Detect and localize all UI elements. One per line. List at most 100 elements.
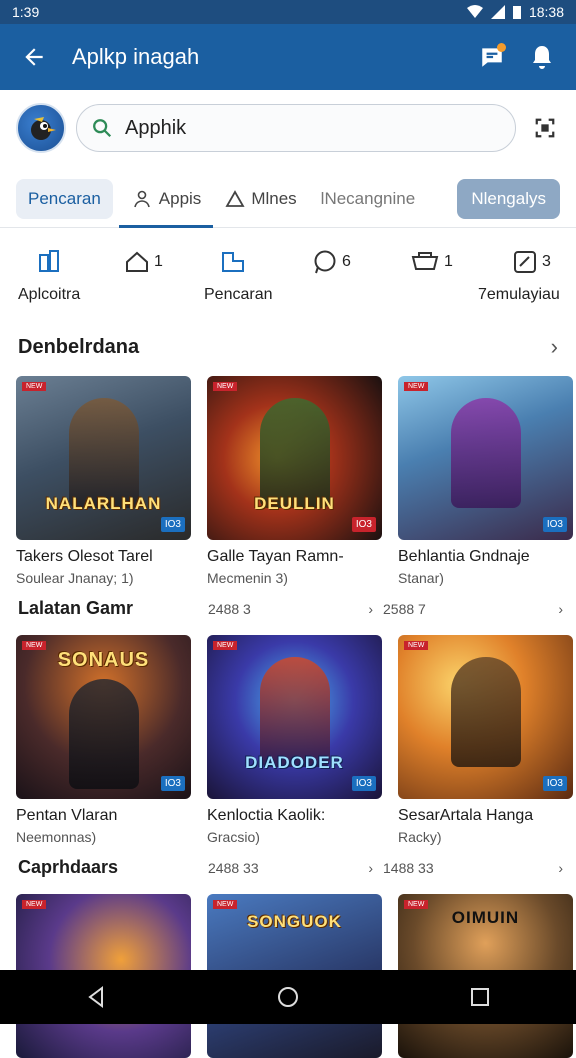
shortcut-count: 6 — [342, 253, 351, 270]
game-grid-row: NEW NALARLHAN IO3 Takers Olesot Tarel So… — [16, 376, 573, 586]
tab-label: Appis — [158, 188, 202, 208]
shortcut-count: 1 — [444, 253, 453, 270]
chat-bubble-icon — [126, 251, 148, 272]
search-input[interactable] — [125, 116, 485, 140]
rating-badge: IO3 — [542, 517, 567, 532]
grid-apps-icon — [39, 250, 59, 272]
shortcut-emulayiau[interactable]: 3 7emulayiau — [478, 244, 560, 304]
home-nav-icon[interactable] — [277, 986, 299, 1008]
rating-badge: IO3 — [351, 776, 376, 791]
recents-nav-icon[interactable] — [470, 987, 490, 1007]
section-header[interactable]: Denbelrdana › — [18, 334, 558, 360]
rating-badge: IO3 — [542, 776, 567, 791]
tab-pencaran[interactable]: Pencaran — [16, 178, 113, 219]
search-icon — [93, 119, 112, 138]
tab-mlnes[interactable]: Mlnes — [225, 179, 297, 219]
messages-button[interactable] — [472, 37, 512, 77]
game-title: Galle Tayan Ramn- — [207, 548, 344, 565]
tab-label: Pencaran — [28, 188, 101, 208]
battery-icon — [512, 6, 521, 19]
search-box[interactable] — [76, 104, 516, 152]
wifi-icon — [466, 5, 483, 18]
chevron-right-icon: › — [558, 600, 563, 617]
rating-badge: IO3 — [160, 776, 185, 791]
status-icons: 18:38 — [466, 4, 564, 20]
shortcut-chat[interactable]: 1 — [124, 244, 163, 280]
shortcut-pencaran[interactable]: Pencaran — [204, 244, 273, 304]
tab-nlengalys[interactable]: Nlengalys — [457, 178, 560, 219]
user-share-icon — [133, 190, 150, 207]
game-subtitle: Racky) — [398, 829, 442, 845]
section-title: Caprhdaars — [18, 857, 119, 877]
new-tag: NEW — [213, 900, 238, 909]
shortcut-count: 1 — [154, 253, 163, 270]
store-icon — [411, 252, 439, 270]
shortcut-store[interactable]: 1 — [410, 244, 453, 280]
new-tag: NEW — [213, 641, 238, 650]
new-tag: NEW — [22, 382, 47, 391]
status-bar: 1:39 18:38 — [0, 0, 576, 24]
app-bar: Aplkp inagah — [0, 24, 576, 90]
meta-cell[interactable]: 1488 33 › — [383, 860, 563, 876]
back-arrow-icon — [25, 48, 43, 66]
game-thumbnail: NEW IO3 — [398, 635, 573, 799]
game-logo-text: DEULLIN — [254, 494, 335, 513]
game-logo-text: OIMUIN — [451, 908, 520, 927]
notifications-button[interactable] — [522, 37, 562, 77]
avatar[interactable] — [16, 103, 66, 153]
game-thumbnail: NEW IO3 — [398, 376, 573, 540]
tab-necangnine[interactable]: lNecangnine — [321, 179, 416, 219]
game-card[interactable]: NEW NALARLHAN IO3 Takers Olesot Tarel So… — [16, 376, 191, 586]
back-button[interactable] — [14, 37, 54, 77]
game-card[interactable]: NEW SONAUS IO3 Pentan Vlaran Neemonnas) — [16, 635, 191, 845]
library-icon — [222, 252, 244, 272]
scan-icon — [535, 118, 555, 138]
shortcut-label: 7emulayiau — [478, 286, 560, 303]
character-figure — [259, 657, 330, 767]
download-count: 1488 33 — [383, 859, 434, 876]
tab-bar: Pencaran Appis Mlnes lNecangnine Nlengal… — [0, 170, 576, 228]
signal-icon — [490, 5, 505, 19]
game-thumbnail: NEW NALARLHAN IO3 — [16, 376, 191, 540]
game-title: Takers Olesot Tarel — [16, 548, 153, 565]
shortcut-whatsapp[interactable]: 6 — [312, 244, 351, 280]
game-thumbnail: NEW DEULLIN IO3 — [207, 376, 382, 540]
scan-button[interactable] — [530, 113, 560, 143]
download-count: 2488 33 — [208, 859, 259, 876]
game-title: Behlantia Gndnaje — [398, 548, 530, 565]
game-card[interactable]: NEW DEULLIN IO3 Galle Tayan Ramn- Mecmen… — [207, 376, 382, 586]
tab-label: Mlnes — [251, 188, 297, 208]
shortcut-row: Aplcoitra 1 Pencaran 6 1 3 7emulayiau — [0, 244, 576, 314]
shortcut-label: Aplcoitra — [18, 286, 81, 303]
back-nav-icon[interactable] — [86, 986, 106, 1008]
chevron-right-icon[interactable]: › — [551, 334, 558, 360]
new-tag: NEW — [404, 641, 429, 650]
game-thumbnail: NEW SONAUS IO3 — [16, 635, 191, 799]
shortcut-count: 3 — [542, 253, 551, 270]
new-tag: NEW — [213, 382, 238, 391]
game-title: Kenloctia Kaolik: — [207, 807, 326, 824]
chevron-right-icon: › — [368, 600, 373, 617]
tab-appis[interactable]: Appis — [118, 179, 213, 228]
section-title: Lalatan Gamr — [18, 598, 134, 618]
shortcut-aplcoitra[interactable]: Aplcoitra — [18, 244, 80, 304]
game-card[interactable]: NEW DIADODER IO3 Kenloctia Kaolik: Gracs… — [207, 635, 382, 845]
new-tag: NEW — [22, 900, 47, 909]
bird-mascot-icon — [31, 117, 56, 140]
game-logo-text: DIADODER — [245, 753, 344, 772]
meta-cell[interactable]: 2488 33 › — [208, 860, 383, 876]
system-nav-bar — [0, 970, 576, 1024]
rating-badge: IO3 — [160, 517, 185, 532]
section-title: Denbelrdana — [18, 335, 140, 358]
phone-chat-icon — [314, 250, 336, 274]
triangle-icon — [225, 189, 245, 207]
game-title: SesarArtala Hanga — [398, 807, 534, 824]
character-figure — [68, 398, 139, 508]
game-thumbnail: NEW DIADODER IO3 — [207, 635, 382, 799]
game-card[interactable]: NEW IO3 SesarArtala Hanga Racky) — [398, 635, 573, 845]
character-figure — [450, 657, 521, 767]
shortcut-label: Pencaran — [204, 286, 273, 303]
meta-cell[interactable]: 2588 7 › — [383, 601, 563, 617]
meta-cell[interactable]: 2488 3 › — [208, 601, 383, 617]
game-card[interactable]: NEW IO3 Behlantia Gndnaje Stanar) — [398, 376, 573, 586]
